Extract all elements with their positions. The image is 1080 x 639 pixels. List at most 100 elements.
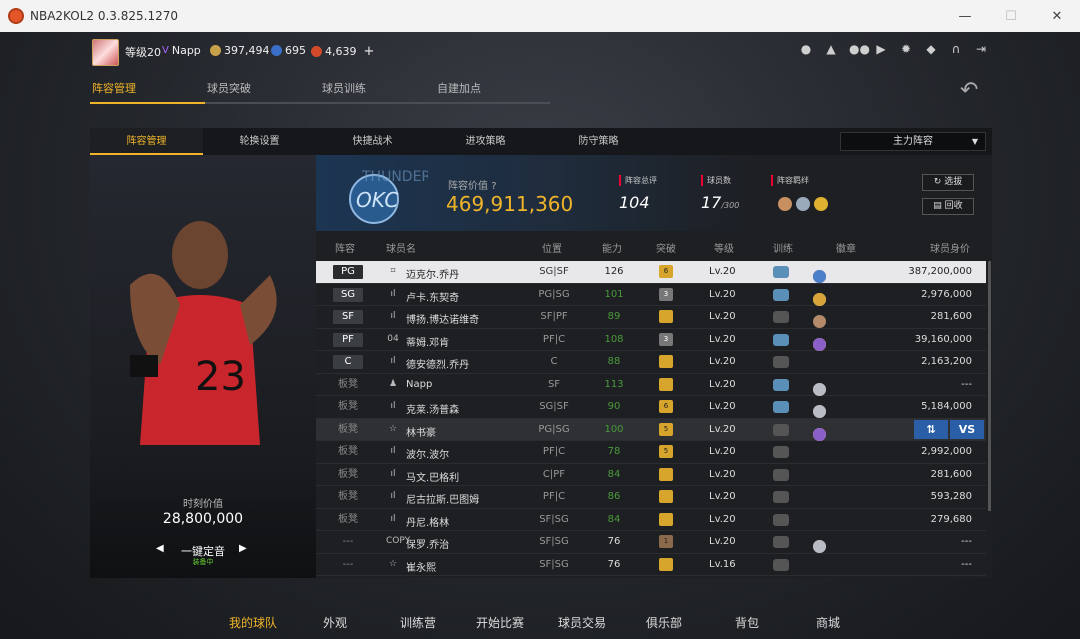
level-text: 等级20 <box>125 46 161 59</box>
lineup-summary: OKC THUNDER 阵容价值 ? 469,911,360 阵容总评 104 … <box>316 155 992 231</box>
player-portrait: 23 <box>130 221 277 445</box>
player-value: 281,600 <box>930 311 972 322</box>
nav-player-trade[interactable]: 球员交易 <box>558 614 606 631</box>
gold-value: 397,494 <box>224 44 270 57</box>
lineup-dropdown[interactable]: 主力阵容 ▼ <box>840 132 986 151</box>
maximize-button[interactable]: ☐ <box>988 0 1034 32</box>
table-row[interactable]: 板凳 ♟ Napp SF 113 Lv.20 --- <box>316 374 986 396</box>
table-row[interactable]: SG ıl 卢卡.东契奇 PG|SG 101 3 Lv.20 2,976,000 <box>316 284 986 306</box>
nav-backpack[interactable]: 背包 <box>735 614 759 631</box>
avatar[interactable] <box>92 39 119 66</box>
table-row[interactable]: PG ⌗ 迈克尔.乔丹 SG|SF 126 6 Lv.20 387,200,000 <box>316 261 986 284</box>
vs-button[interactable]: VS <box>950 419 984 439</box>
breakthrough-badge: 1 <box>659 535 673 548</box>
table-row[interactable]: 板凳 ıl 丹尼.格林 SF|SG 84 Lv.20 279,680 <box>316 509 986 531</box>
help-icon[interactable]: ? <box>491 181 496 192</box>
player-ability: 101 <box>604 288 624 300</box>
video-icon[interactable]: ▶ <box>874 42 888 56</box>
headset-icon[interactable]: ∩ <box>949 42 963 56</box>
player-ability: 113 <box>604 378 624 390</box>
subtab-lineup[interactable]: 阵容管理 <box>90 128 203 155</box>
subtab-rotation[interactable]: 轮换设置 <box>203 128 316 155</box>
user-icon[interactable]: ● <box>799 42 813 56</box>
nav-my-team[interactable]: 我的球队 <box>229 614 277 631</box>
player-value: 279,680 <box>930 513 972 525</box>
player-ability: 76 <box>607 536 621 547</box>
table-row[interactable]: 板凳 ☆ 林书豪 PG|SG 100 5 Lv.20 ⇅ VS <box>316 418 986 441</box>
player-name: 丹尼.格林 <box>406 517 450 529</box>
exit-icon[interactable]: ⇥ <box>974 42 988 56</box>
player-value: 2,976,000 <box>921 288 972 300</box>
breakthrough-badge: 5 <box>659 445 673 458</box>
tab-lineup[interactable]: 阵容管理 <box>90 80 205 104</box>
close-button[interactable]: ✕ <box>1034 0 1080 32</box>
breakthrough-badge <box>659 512 673 526</box>
breakthrough-badge <box>659 310 673 323</box>
bond-icons[interactable] <box>778 197 828 211</box>
player-position: SF|PF <box>540 311 568 322</box>
tab-training[interactable]: 球员训练 <box>320 80 435 104</box>
recycle-button[interactable]: ▤ 回收 <box>922 198 974 215</box>
table-row[interactable]: Cıl 德安德烈.乔丹 C 88 Lv.20 2,163,200 <box>316 351 986 374</box>
player-level: Lv.20 <box>709 311 736 322</box>
slot-label: 板凳 <box>338 401 358 412</box>
table-row[interactable]: 板凳 ıl 波尔.波尔 PF|C 78 5 Lv.20 2,992,000 <box>316 441 986 464</box>
player-level: Lv.20 <box>709 513 736 525</box>
tab-custom-points[interactable]: 自建加点 <box>435 80 550 104</box>
header-badges: 徽章 <box>836 244 856 255</box>
table-scrollbar[interactable] <box>988 261 991 511</box>
count-block: 球员数 17/300 <box>701 175 739 212</box>
player-value: --- <box>961 536 972 547</box>
slot-label: PG <box>333 265 363 279</box>
player-type-icon: COPY <box>386 536 411 546</box>
slot-label: C <box>333 355 363 369</box>
table-row[interactable]: --- ☆ 崔永熙 SF|SG 76 Lv.16 --- <box>316 554 986 576</box>
nav-start-match[interactable]: 开始比赛 <box>476 614 524 631</box>
player-name: 波尔.波尔 <box>406 450 450 461</box>
table-row[interactable]: 板凳 ıl 马文.巴格利 C|PF 84 Lv.20 281,600 <box>316 464 986 486</box>
slot-label: 板凳 <box>338 468 358 480</box>
subtab-defense[interactable]: 防守策略 <box>542 128 655 155</box>
select-button[interactable]: ↻ 选拔 <box>922 174 974 191</box>
minimize-button[interactable]: — <box>942 0 988 32</box>
player-position: C <box>550 356 558 367</box>
breakthrough-badge <box>659 377 673 391</box>
player-ability: 84 <box>607 513 621 525</box>
player-level: Lv.20 <box>709 356 736 367</box>
nav-training-camp[interactable]: 训练营 <box>400 614 436 631</box>
player-level: Lv.16 <box>709 558 736 570</box>
swap-button[interactable]: ⇅ <box>914 419 948 439</box>
training-icon <box>773 311 789 323</box>
badge-icon <box>813 427 826 441</box>
bond-icon <box>778 197 792 211</box>
team-logo: OKC THUNDER <box>349 169 428 224</box>
tab-breakthrough[interactable]: 球员突破 <box>205 80 320 104</box>
player-ability: 90 <box>607 401 621 412</box>
table-row[interactable]: PF 04 蒂姆.邓肯 PF|C 108 3 Lv.20 39,160,000 <box>316 329 986 351</box>
player-name: 保罗.乔治 <box>406 540 450 551</box>
nav-shop[interactable]: 商城 <box>816 614 840 631</box>
subtab-offense[interactable]: 进攻策略 <box>429 128 542 155</box>
table-row[interactable]: 板凳 ıl 尼古拉斯.巴图姆 PF|C 86 Lv.20 593,280 <box>316 486 986 509</box>
nav-appearance[interactable]: 外观 <box>323 614 347 631</box>
rating-block: 阵容总评 104 <box>619 175 657 212</box>
bell-icon[interactable]: ▲ <box>824 42 838 56</box>
star-value: 695 <box>285 44 306 57</box>
back-arrow-icon[interactable]: ↶ <box>960 78 992 103</box>
table-row[interactable]: --- COPY 保罗.乔治 SF|SG 76 1 Lv.20 --- <box>316 531 986 554</box>
player-level: Lv.20 <box>709 536 736 547</box>
player-position: SF|SG <box>539 513 569 525</box>
player-level: Lv.20 <box>709 491 736 502</box>
table-row[interactable]: SF ıl 博扬.博达诺维奇 SF|PF 89 Lv.20 281,600 <box>316 306 986 329</box>
friends-icon[interactable]: ●● <box>849 42 870 56</box>
table-row[interactable]: 板凳 ıl 克莱.汤普森 SG|SF 90 6 Lv.20 5,184,000 <box>316 396 986 419</box>
nav-club[interactable]: 俱乐部 <box>646 614 682 631</box>
app-icon <box>8 8 24 24</box>
shield-icon[interactable]: ◆ <box>924 42 938 56</box>
player-position: SF|SG <box>539 558 569 570</box>
header-name: 球员名 <box>386 244 416 255</box>
add-currency-button[interactable]: + <box>364 44 375 59</box>
badge-icon <box>813 405 826 418</box>
subtab-quick-tactics[interactable]: 快捷战术 <box>316 128 429 155</box>
gear-icon[interactable]: ✹ <box>899 42 913 56</box>
